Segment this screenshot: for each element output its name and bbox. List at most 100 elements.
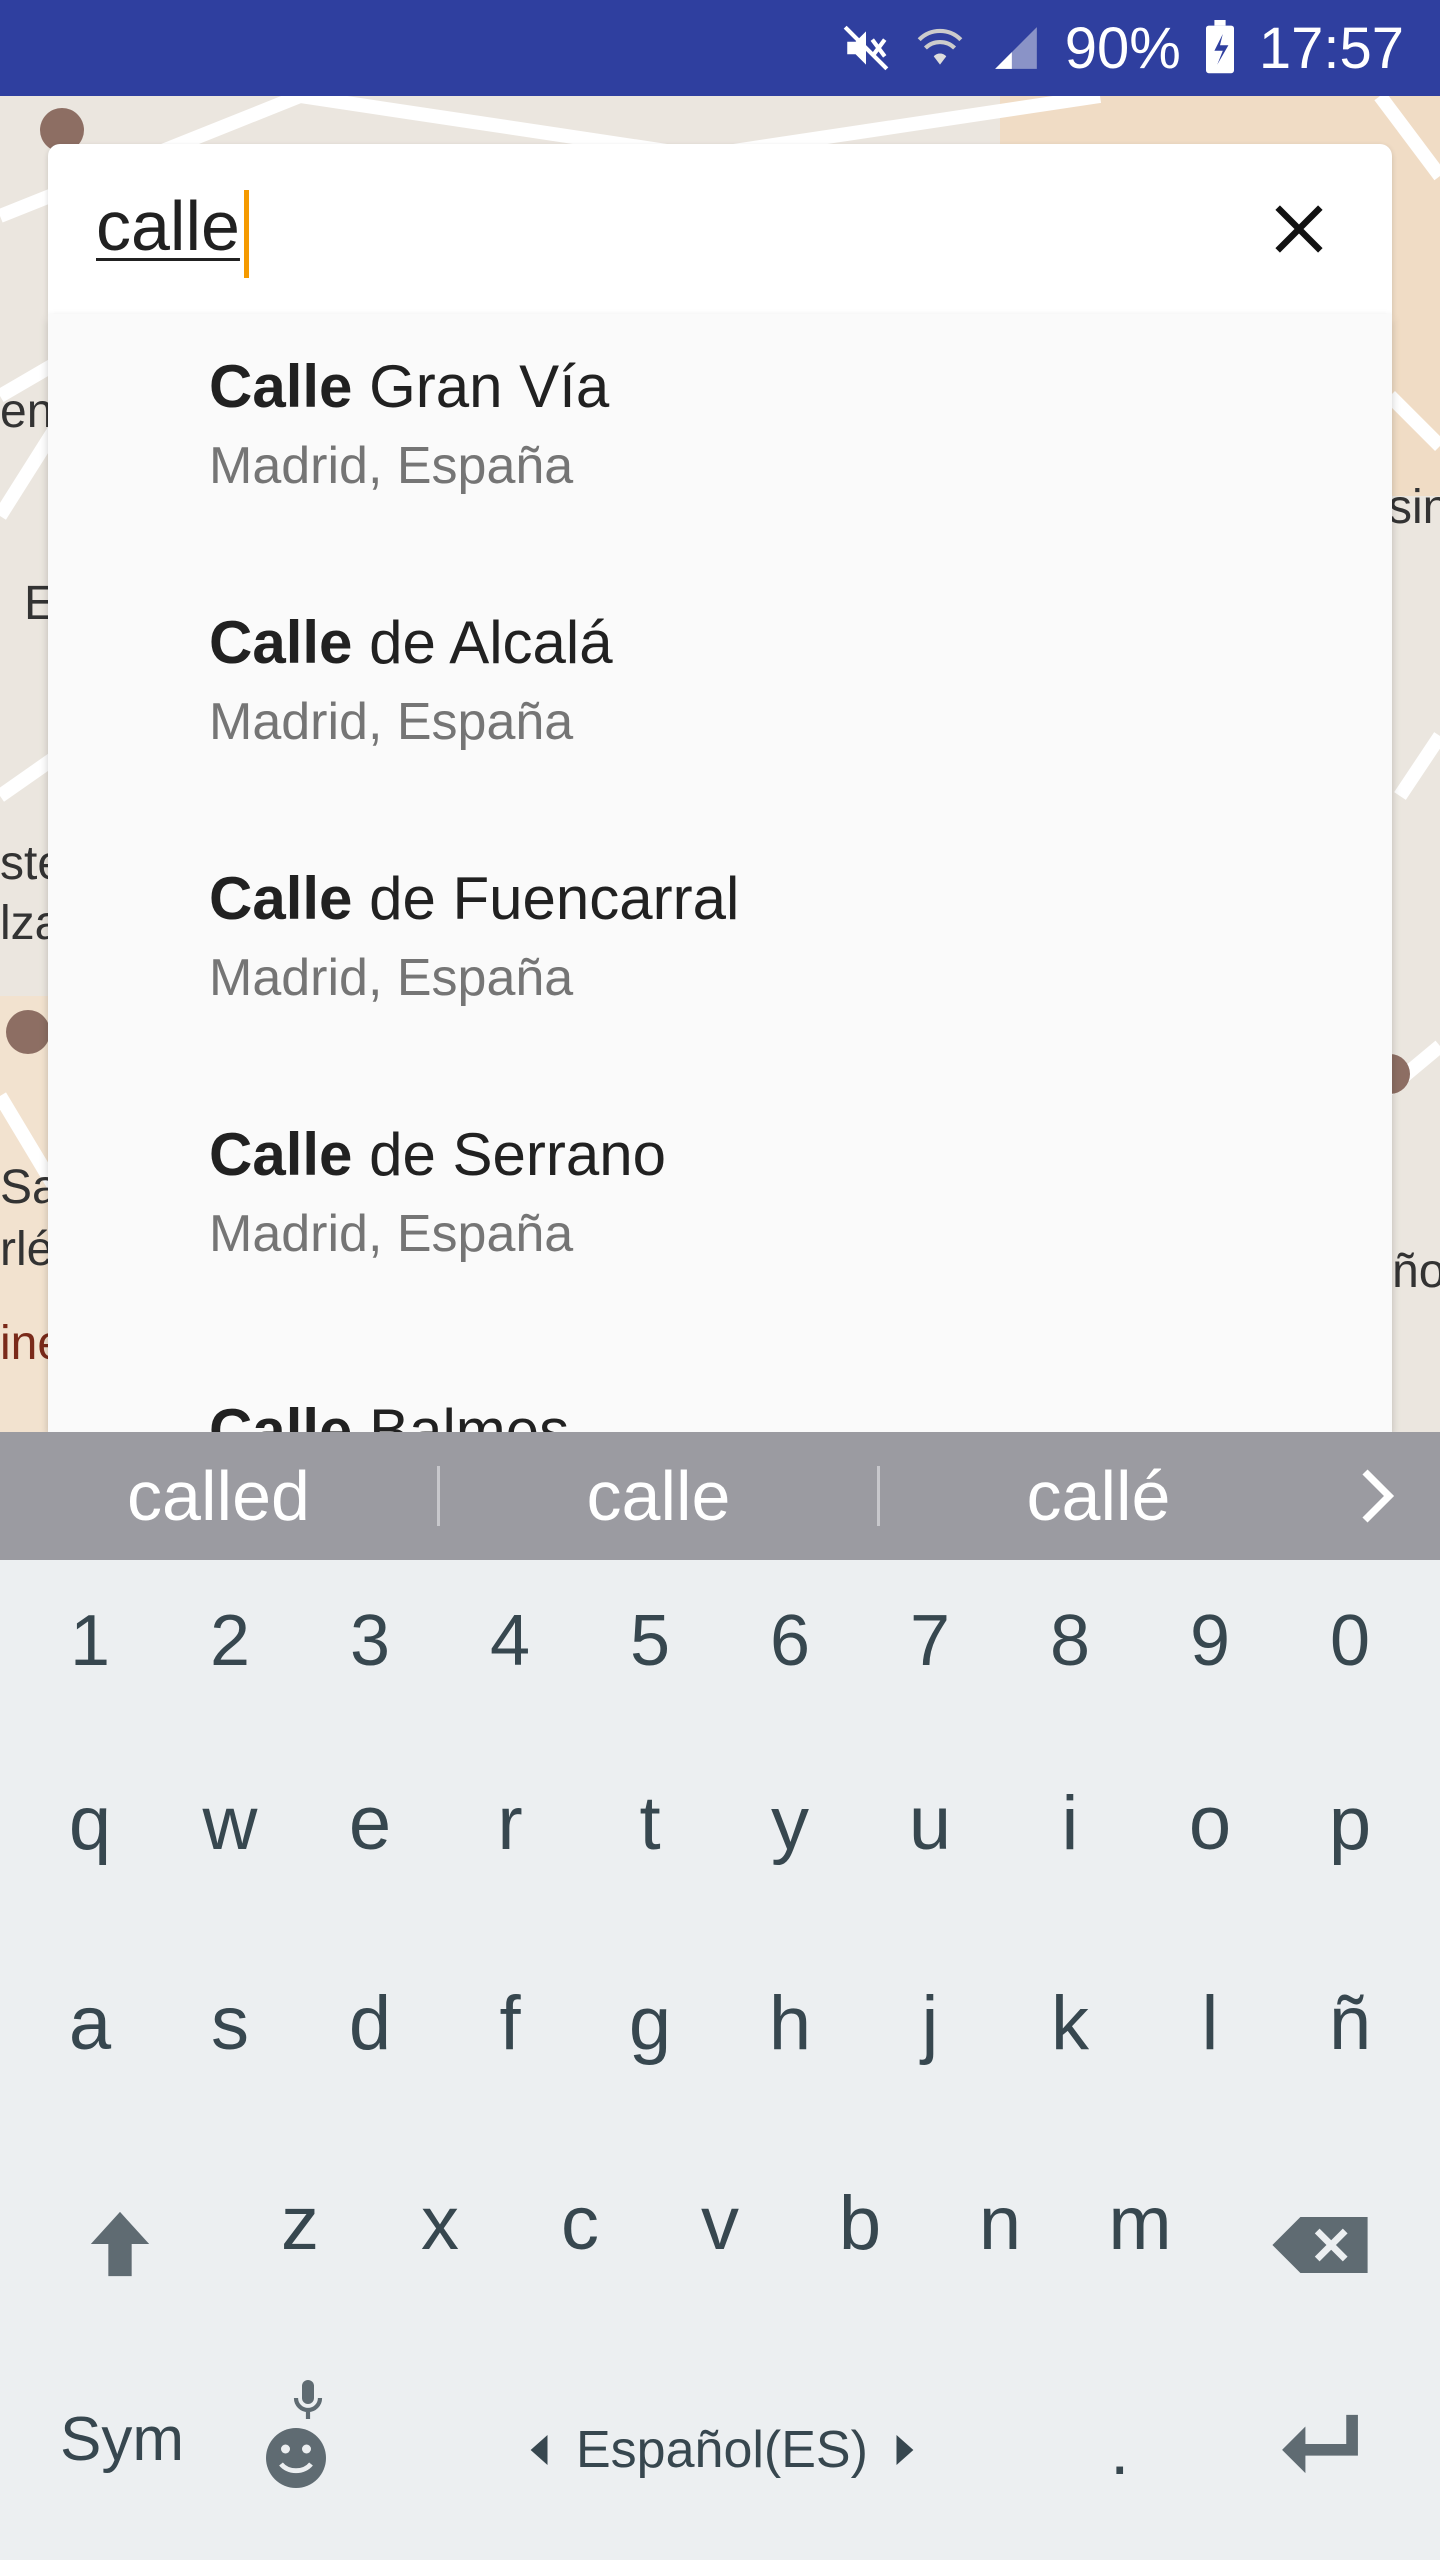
suggestion-item[interactable]: Calle Balmes xyxy=(48,1338,1392,1432)
key-4[interactable]: 4 xyxy=(440,1600,580,1682)
map-label: ño xyxy=(1392,1245,1440,1298)
key-k[interactable]: k xyxy=(1000,1980,1140,2067)
key-9[interactable]: 9 xyxy=(1140,1600,1280,1682)
suggestion-title: Calle de Fuencarral xyxy=(209,864,739,933)
period-key[interactable]: . xyxy=(1110,2410,1129,2490)
key-b[interactable]: b xyxy=(790,2180,930,2267)
enter-key[interactable] xyxy=(1260,2394,1380,2494)
status-bar: 90% 17:57 xyxy=(0,0,1440,96)
key-z[interactable]: z xyxy=(230,2180,370,2267)
shift-key[interactable] xyxy=(50,2194,190,2294)
map-label: sin xyxy=(1388,481,1440,534)
suggestion-item[interactable]: Calle de Alcalá Madrid, España xyxy=(48,570,1392,826)
suggestion-rest: de Serrano xyxy=(352,1121,666,1188)
enter-icon xyxy=(1282,2414,1358,2474)
key-5[interactable]: 5 xyxy=(580,1600,720,1682)
clock: 17:57 xyxy=(1258,15,1404,81)
suggestion-rest: Gran Vía xyxy=(352,353,610,420)
key-0[interactable]: 0 xyxy=(1280,1600,1420,1682)
key-s[interactable]: s xyxy=(160,1980,300,2067)
key-c[interactable]: c xyxy=(510,2180,650,2267)
search-input[interactable]: calle xyxy=(96,186,240,266)
key-v[interactable]: v xyxy=(650,2180,790,2267)
key-h[interactable]: h xyxy=(720,1980,860,2067)
emoji-key[interactable] xyxy=(260,2380,350,2500)
key-2[interactable]: 2 xyxy=(160,1600,300,1682)
letter-row-3: z x c v b n m xyxy=(0,2180,1440,2360)
backspace-icon xyxy=(1272,2217,1368,2273)
suggestion-title: Calle Gran Vía xyxy=(209,352,609,421)
key-u[interactable]: u xyxy=(860,1780,1000,1867)
word-suggestion-bar: called calle callé xyxy=(0,1432,1440,1560)
key-g[interactable]: g xyxy=(580,1980,720,2067)
suggestion-item[interactable]: Calle de Serrano Madrid, España xyxy=(48,1082,1392,1338)
suggestion-title: Calle Balmes xyxy=(209,1396,569,1432)
key-a[interactable]: a xyxy=(20,1980,160,2067)
text-cursor xyxy=(244,190,249,278)
letter-row-2: a s d f g h j k l ñ xyxy=(0,1980,1440,2160)
key-o[interactable]: o xyxy=(1140,1780,1280,1867)
search-bar: calle xyxy=(48,144,1392,314)
key-y[interactable]: y xyxy=(720,1780,860,1867)
keyboard: 1 2 3 4 5 6 7 8 9 0 q w e r t y u i o p … xyxy=(0,1560,1440,2560)
battery-charging-icon xyxy=(1203,20,1237,76)
suggestion-match: Calle xyxy=(209,609,353,676)
suggestion-match: Calle xyxy=(209,865,353,932)
key-n[interactable]: n xyxy=(930,2180,1070,2267)
battery-percent: 90% xyxy=(1064,15,1181,81)
suggestion-match: Calle xyxy=(209,1397,353,1432)
caret-right-icon xyxy=(896,2435,914,2465)
suggestion-match: Calle xyxy=(209,353,353,420)
suggestion-item[interactable]: Calle Gran Vía Madrid, España xyxy=(48,314,1392,570)
suggestion-rest: Balmes xyxy=(352,1397,570,1432)
sym-key[interactable]: Sym xyxy=(60,2404,184,2475)
shift-icon xyxy=(90,2211,150,2277)
clear-search-button[interactable] xyxy=(1254,184,1344,274)
key-e[interactable]: e xyxy=(300,1780,440,1867)
emoji-icon xyxy=(266,2380,326,2488)
key-7[interactable]: 7 xyxy=(860,1600,1000,1682)
key-l[interactable]: l xyxy=(1140,1980,1280,2067)
key-1[interactable]: 1 xyxy=(20,1600,160,1682)
key-w[interactable]: w xyxy=(160,1780,300,1867)
prediction-called[interactable]: called xyxy=(0,1456,437,1536)
key-d[interactable]: d xyxy=(300,1980,440,2067)
language-label: Español(ES) xyxy=(576,2421,868,2479)
backspace-key[interactable] xyxy=(1260,2200,1380,2290)
language-key[interactable]: Español(ES) xyxy=(530,2420,914,2480)
key-6[interactable]: 6 xyxy=(720,1600,860,1682)
bottom-row: Sym Español(ES) . xyxy=(0,2380,1440,2560)
number-row: 1 2 3 4 5 6 7 8 9 0 xyxy=(0,1600,1440,1780)
key-enye[interactable]: ñ xyxy=(1280,1980,1420,2067)
chevron-right-icon xyxy=(1362,1469,1395,1523)
suggestion-title: Calle de Serrano xyxy=(209,1120,666,1189)
key-x[interactable]: x xyxy=(370,2180,510,2267)
key-j[interactable]: j xyxy=(860,1980,1000,2067)
prediction-calle[interactable]: calle xyxy=(440,1456,877,1536)
key-t[interactable]: t xyxy=(580,1780,720,1867)
suggestion-match: Calle xyxy=(209,1121,353,1188)
caret-left-icon xyxy=(530,2435,548,2465)
suggestion-subtitle: Madrid, España xyxy=(209,949,574,1007)
key-3[interactable]: 3 xyxy=(300,1600,440,1682)
suggestion-rest: de Alcalá xyxy=(352,609,613,676)
key-r[interactable]: r xyxy=(440,1780,580,1867)
wifi-icon xyxy=(913,23,967,73)
suggestions-list: Calle Gran Vía Madrid, España Calle de A… xyxy=(48,314,1392,1432)
suggestion-item[interactable]: Calle de Fuencarral Madrid, España xyxy=(48,826,1392,1082)
signal-icon xyxy=(989,23,1043,73)
key-q[interactable]: q xyxy=(20,1780,160,1867)
prediction-calle-accent[interactable]: callé xyxy=(880,1456,1317,1536)
key-m[interactable]: m xyxy=(1070,2180,1210,2267)
map-label: rlé xyxy=(0,1223,54,1276)
key-8[interactable]: 8 xyxy=(1000,1600,1140,1682)
suggestion-subtitle: Madrid, España xyxy=(209,693,574,751)
key-f[interactable]: f xyxy=(440,1980,580,2067)
suggestion-rest: de Fuencarral xyxy=(352,865,740,932)
key-i[interactable]: i xyxy=(1000,1780,1140,1867)
key-p[interactable]: p xyxy=(1280,1780,1420,1867)
letter-row-1: q w e r t y u i o p xyxy=(0,1780,1440,1960)
mute-icon xyxy=(841,23,891,73)
suggestion-subtitle: Madrid, España xyxy=(209,1205,574,1263)
expand-predictions-button[interactable] xyxy=(1317,1432,1437,1560)
